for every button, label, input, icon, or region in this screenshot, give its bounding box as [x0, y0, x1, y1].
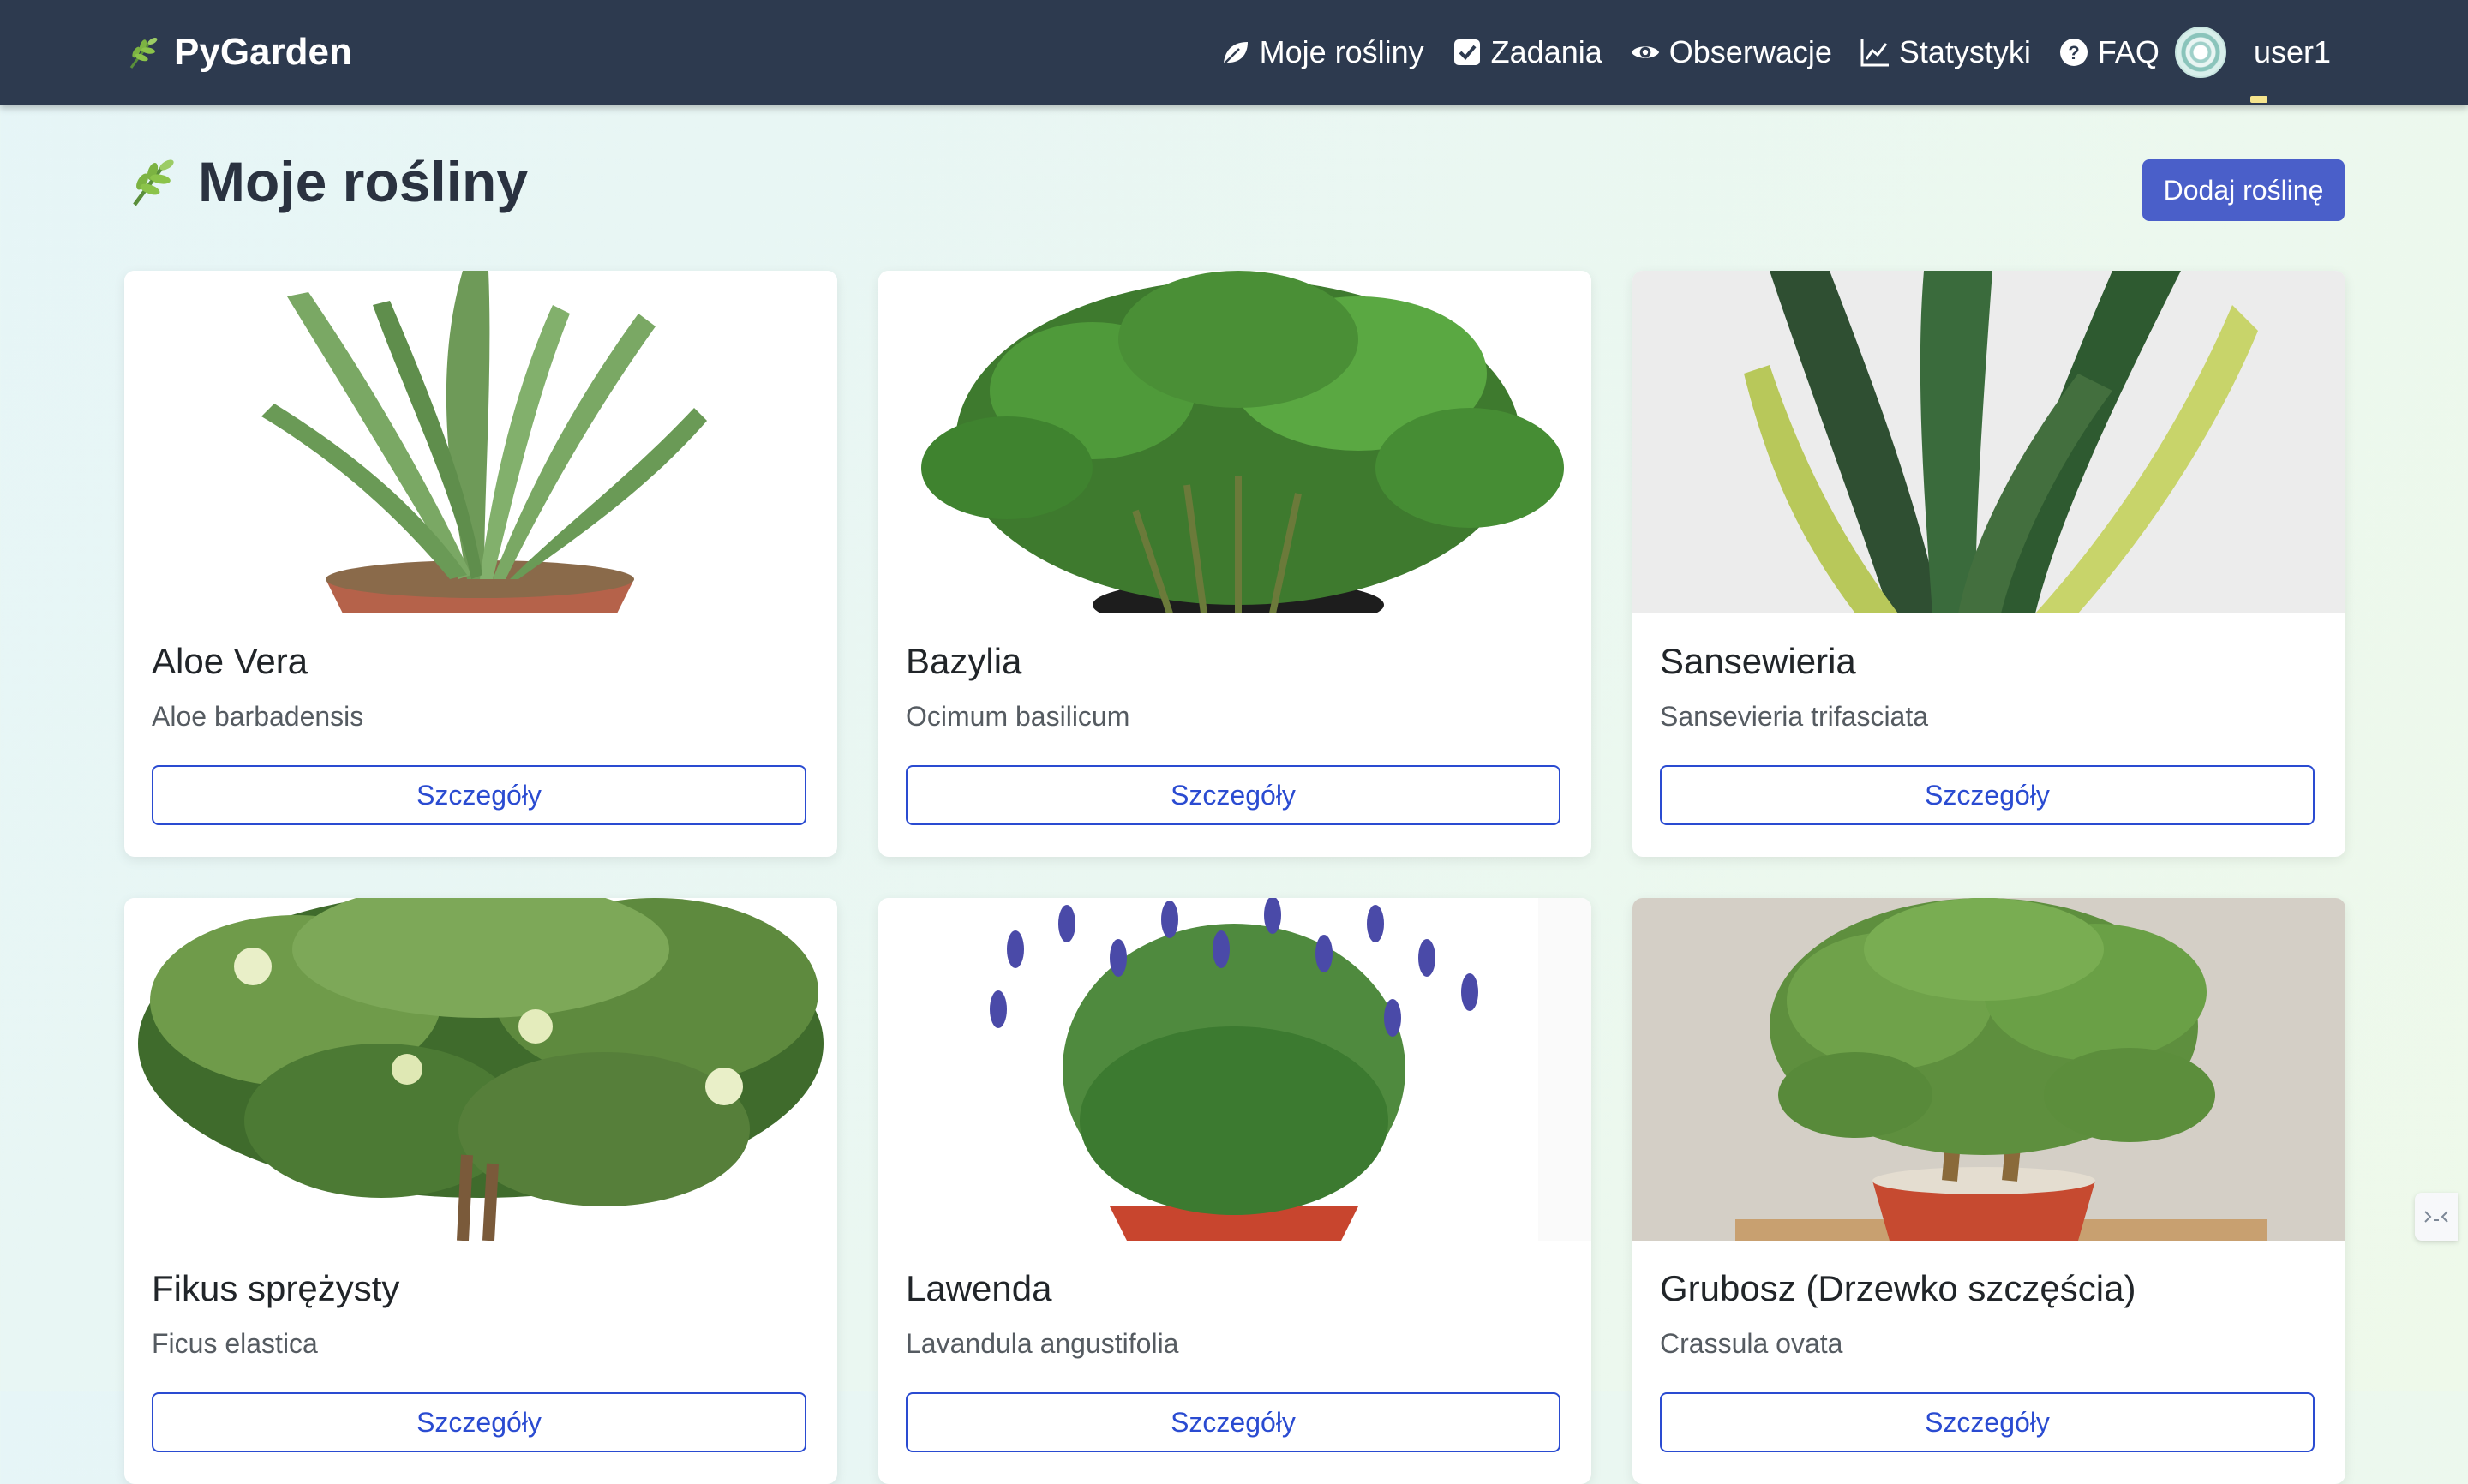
plant-latin-name: Crassula ovata — [1660, 1328, 1843, 1359]
navbar: PyGarden Moje rośliny Zadania Obserwacje — [0, 0, 2468, 105]
plant-name: Bazylia — [906, 641, 1022, 681]
user-indicator — [2249, 96, 2267, 103]
user-menu[interactable]: user1 — [2249, 34, 2331, 103]
details-button[interactable]: Szczegóły — [906, 765, 1560, 825]
plant-image[interactable] — [1632, 271, 2345, 613]
plant-latin-name: Aloe barbadensis — [152, 701, 364, 732]
plant-card: Bazylia Ocimum basilicum Szczegóły — [878, 271, 1591, 857]
details-button[interactable]: Szczegóły — [152, 1392, 806, 1452]
nav-my-plants-label: Moje rośliny — [1259, 34, 1424, 69]
nav-statistics-label: Statystyki — [1898, 34, 2031, 69]
plant-card: Grubosz (Drzewko szczęścia) Crassula ova… — [1632, 898, 2345, 1484]
plant-name: Aloe Vera — [152, 641, 308, 681]
chart-line-icon — [1860, 39, 1889, 67]
plant-card: Fikus sprężysty Ficus elastica Szczegóły — [124, 898, 837, 1484]
nav-observations[interactable]: Obserwacje — [1630, 34, 1832, 70]
plant-name: Sansewieria — [1660, 641, 1856, 681]
plant-name: Lawenda — [906, 1268, 1052, 1308]
avatar[interactable] — [2174, 27, 2226, 78]
collapse-icon — [2424, 1211, 2448, 1223]
plant-name: Fikus sprężysty — [152, 1268, 400, 1308]
details-button[interactable]: Szczegóły — [906, 1392, 1560, 1452]
plant-latin-name: Sansevieria trifasciata — [1660, 701, 1929, 732]
plant-image[interactable] — [878, 898, 1591, 1241]
herb-icon — [133, 159, 174, 206]
brand-link[interactable]: PyGarden — [124, 26, 352, 79]
page-title-text: Moje rośliny — [198, 150, 529, 213]
nav-observations-label: Obserwacje — [1668, 34, 1832, 69]
details-button[interactable]: Szczegóły — [1660, 1392, 2315, 1452]
nav-tasks[interactable]: Zadania — [1452, 34, 1602, 70]
question-circle-icon: ? — [2059, 39, 2088, 66]
plant-card: Aloe Vera Aloe barbadensis Szczegóły — [124, 271, 837, 857]
plant-card: Lawenda Lavandula angustifolia Szczegóły — [878, 898, 1591, 1484]
nav-tasks-label: Zadania — [1490, 34, 1602, 69]
plant-image[interactable] — [1632, 898, 2345, 1241]
details-button[interactable]: Szczegóły — [1660, 765, 2315, 825]
plant-grid: Aloe Vera Aloe barbadensis Szczegóły Baz… — [124, 271, 2345, 1484]
checkbox-icon — [1453, 39, 1480, 65]
details-button[interactable]: Szczegóły — [152, 765, 806, 825]
leaf-icon — [1222, 42, 1248, 65]
nav-faq-label: FAQ — [2097, 34, 2160, 69]
plant-latin-name: Ocimum basilicum — [906, 701, 1130, 732]
nav-links: Moje rośliny Zadania Obserwacje Statysty… — [1193, 26, 2331, 103]
page-title: Moje rośliny — [124, 146, 528, 218]
plant-latin-name: Lavandula angustifolia — [906, 1328, 1179, 1359]
nav-my-plants[interactable]: Moje rośliny — [1220, 34, 1424, 70]
svg-text:?: ? — [2068, 42, 2079, 63]
username: user1 — [2253, 34, 2331, 69]
plant-image[interactable] — [124, 898, 837, 1241]
eye-icon — [1631, 46, 1659, 58]
plant-image[interactable] — [878, 271, 1591, 613]
side-widget-toggle[interactable] — [2415, 1193, 2458, 1241]
add-plant-button[interactable]: Dodaj roślinę — [2142, 159, 2345, 221]
brand-name: PyGarden — [174, 31, 352, 73]
herb-icon — [129, 38, 158, 69]
nav-statistics[interactable]: Statystyki — [1860, 34, 2031, 70]
plant-latin-name: Ficus elastica — [152, 1328, 318, 1359]
plant-name: Grubosz (Drzewko szczęścia) — [1660, 1268, 2136, 1308]
nav-faq[interactable]: ? FAQ — [2058, 34, 2160, 70]
plant-image[interactable] — [124, 271, 837, 613]
plant-card: Sansewieria Sansevieria trifasciata Szcz… — [1632, 271, 2345, 857]
